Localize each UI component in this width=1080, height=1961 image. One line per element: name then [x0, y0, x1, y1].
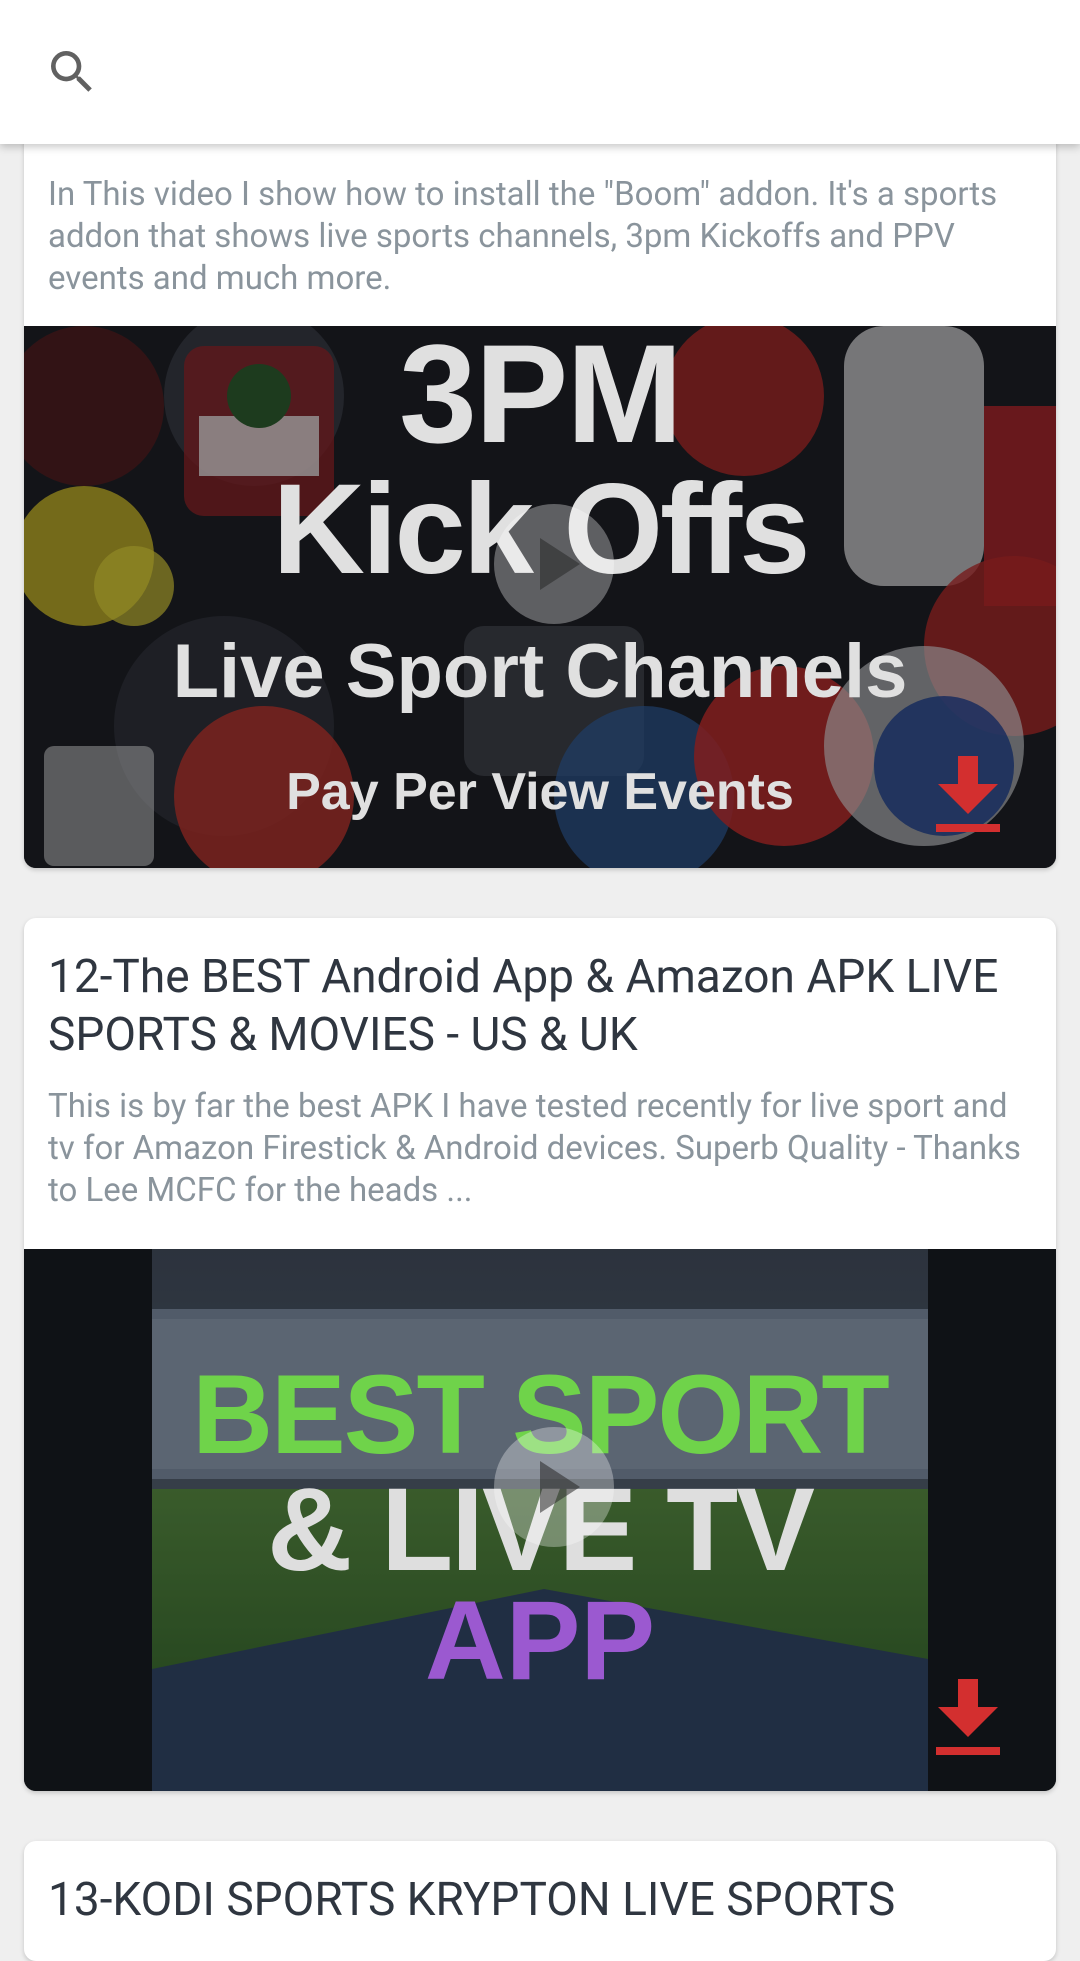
- video-feed: In This video I show how to install the …: [0, 0, 1080, 1961]
- download-icon[interactable]: [936, 756, 1000, 836]
- download-icon[interactable]: [936, 1679, 1000, 1759]
- thumbnail-text-line: Pay Per View Events: [286, 763, 794, 821]
- video-description: This is by far the best APK I have teste…: [48, 1087, 1021, 1210]
- video-description: In This video I show how to install the …: [48, 175, 998, 298]
- search-button[interactable]: [36, 36, 108, 108]
- search-icon[interactable]: [44, 44, 100, 100]
- video-thumbnail[interactable]: BEST SPORT & LIVE TV APP: [24, 1249, 1056, 1791]
- play-icon[interactable]: [494, 1427, 614, 1547]
- video-title[interactable]: 13-KODI SPORTS KRYPTON LIVE SPORTS: [24, 1841, 1056, 1929]
- top-app-bar: [0, 0, 1080, 144]
- play-icon[interactable]: [494, 504, 614, 624]
- video-card[interactable]: In This video I show how to install the …: [24, 120, 1056, 868]
- video-title[interactable]: 12-The BEST Android App & Amazon APK LIV…: [24, 918, 1056, 1064]
- thumbnail-text-line: Live Sport Channels: [172, 629, 908, 714]
- video-card[interactable]: 12-The BEST Android App & Amazon APK LIV…: [24, 918, 1056, 1791]
- video-card[interactable]: 13-KODI SPORTS KRYPTON LIVE SPORTS: [24, 1841, 1056, 1961]
- thumbnail-text-line: APP: [424, 1578, 656, 1703]
- thumbnail-text-line: 3PM: [399, 326, 683, 472]
- video-thumbnail[interactable]: 3PM Kick Offs Live Sport Channels Pay Pe…: [24, 326, 1056, 868]
